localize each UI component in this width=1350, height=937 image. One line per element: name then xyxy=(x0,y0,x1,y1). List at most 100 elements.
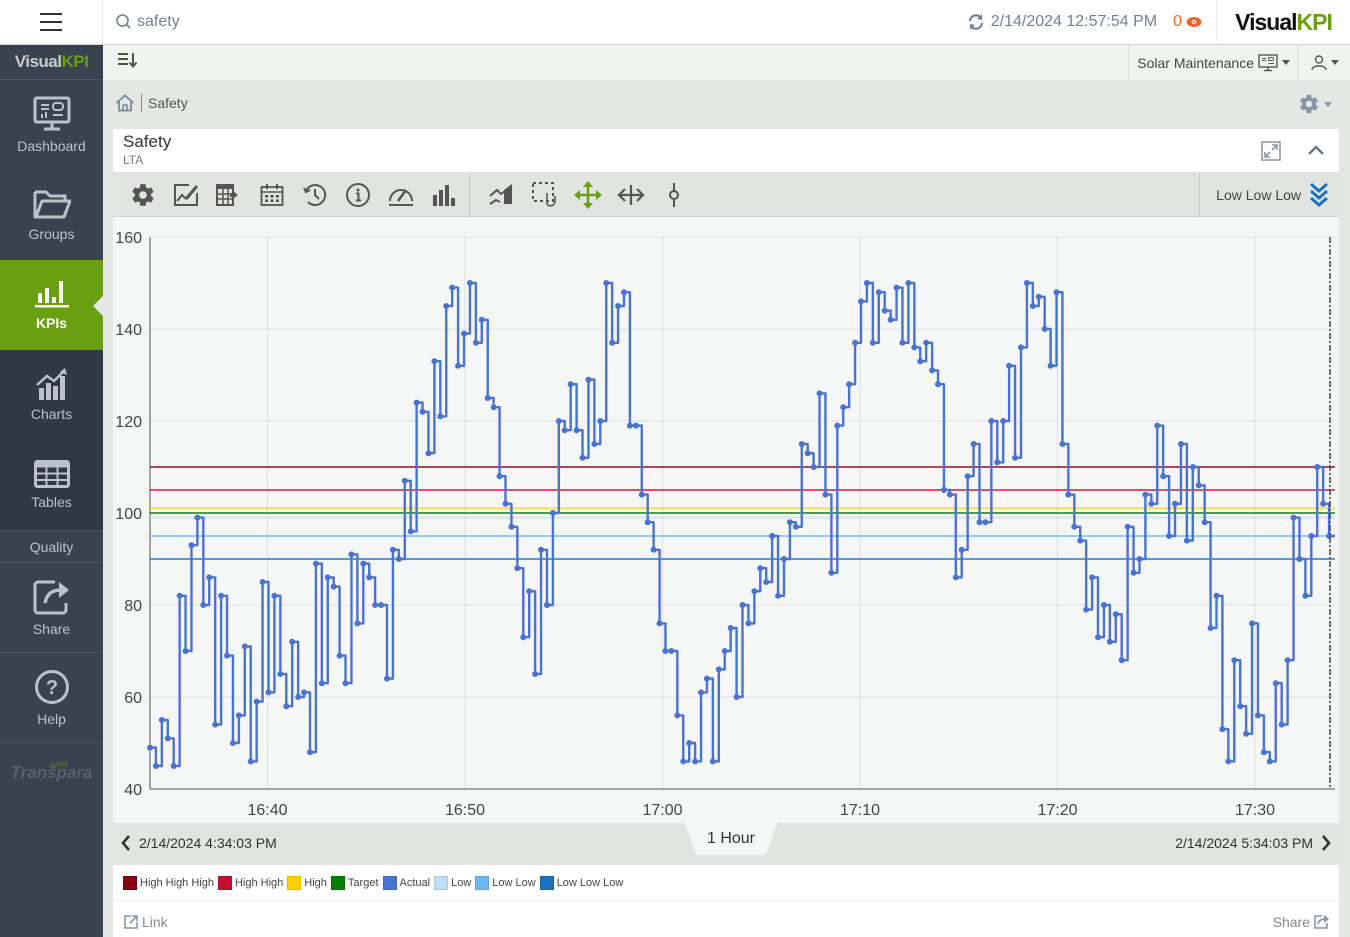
legend-item[interactable]: High xyxy=(287,875,327,890)
data-point[interactable] xyxy=(1083,606,1090,613)
data-point[interactable] xyxy=(810,464,817,470)
data-point[interactable] xyxy=(905,280,912,286)
data-point[interactable] xyxy=(1172,500,1179,507)
data-point[interactable] xyxy=(727,625,734,631)
data-point[interactable] xyxy=(668,648,675,654)
data-point[interactable] xyxy=(786,519,793,526)
data-point[interactable] xyxy=(970,441,977,447)
time-range-selector[interactable]: 1 Hour xyxy=(685,823,777,855)
data-point[interactable] xyxy=(887,316,894,323)
data-point[interactable] xyxy=(1231,657,1238,664)
data-point[interactable] xyxy=(1095,634,1101,641)
data-point[interactable] xyxy=(621,289,627,296)
data-point[interactable] xyxy=(158,717,165,723)
data-point[interactable] xyxy=(840,404,847,411)
data-point[interactable] xyxy=(147,744,153,751)
data-point[interactable] xyxy=(508,523,515,530)
data-point[interactable] xyxy=(1100,602,1107,608)
data-point[interactable] xyxy=(988,418,995,424)
data-point[interactable] xyxy=(1112,611,1119,618)
sidebar-item-quality[interactable]: Quality xyxy=(0,530,103,563)
data-point[interactable] xyxy=(164,735,171,742)
data-point[interactable] xyxy=(1195,482,1202,489)
data-point[interactable] xyxy=(395,556,402,562)
bar-chart-button[interactable] xyxy=(422,173,465,217)
data-point[interactable] xyxy=(674,712,681,719)
data-point[interactable] xyxy=(253,698,260,705)
data-point[interactable] xyxy=(1077,537,1084,544)
data-point[interactable] xyxy=(1189,464,1196,470)
data-point[interactable] xyxy=(419,408,426,415)
data-point[interactable] xyxy=(1006,362,1013,369)
data-point[interactable] xyxy=(1053,289,1060,296)
data-point[interactable] xyxy=(182,648,189,654)
sidebar-item-groups[interactable]: Groups xyxy=(0,170,103,260)
legend-item[interactable]: Low Low Low xyxy=(539,875,623,890)
menu-button[interactable] xyxy=(0,0,103,44)
data-point[interactable] xyxy=(354,620,361,627)
data-point[interactable] xyxy=(780,556,787,562)
data-point[interactable] xyxy=(1213,592,1220,599)
data-point[interactable] xyxy=(461,330,468,337)
data-point[interactable] xyxy=(626,422,633,429)
data-point[interactable] xyxy=(952,574,959,581)
data-point[interactable] xyxy=(775,592,782,599)
data-point[interactable] xyxy=(852,339,859,346)
next-period-button[interactable]: 2/14/2024 5:34:03 PM xyxy=(1175,834,1331,852)
legend-item[interactable]: Low xyxy=(434,875,471,890)
breadcrumb-item[interactable]: Safety xyxy=(148,95,188,111)
data-point[interactable] xyxy=(1059,441,1066,447)
data-point[interactable] xyxy=(946,491,953,498)
data-point[interactable] xyxy=(1284,657,1291,664)
data-point[interactable] xyxy=(330,583,337,590)
export-table-button[interactable] xyxy=(207,173,250,217)
data-point[interactable] xyxy=(923,339,930,346)
data-point[interactable] xyxy=(1166,533,1173,539)
data-point[interactable] xyxy=(229,740,236,746)
data-point[interactable] xyxy=(1183,537,1190,544)
data-point[interactable] xyxy=(1041,326,1048,332)
page-scrollbar[interactable] xyxy=(1339,126,1350,937)
data-point[interactable] xyxy=(1266,758,1273,765)
data-point[interactable] xyxy=(567,381,574,388)
data-point[interactable] xyxy=(1237,703,1244,710)
data-point[interactable] xyxy=(1023,280,1030,286)
data-point[interactable] xyxy=(709,758,716,765)
data-point[interactable] xyxy=(437,413,444,420)
data-point[interactable] xyxy=(1272,680,1279,687)
trend-compare-button[interactable] xyxy=(480,173,523,217)
data-point[interactable] xyxy=(194,514,201,521)
data-point[interactable] xyxy=(1314,464,1321,470)
calendar-button[interactable] xyxy=(250,173,293,217)
data-point[interactable] xyxy=(1326,533,1333,539)
data-point[interactable] xyxy=(1118,657,1125,664)
collapse-button[interactable] xyxy=(1307,143,1325,161)
data-point[interactable] xyxy=(964,473,971,480)
data-point[interactable] xyxy=(170,763,177,769)
data-point[interactable] xyxy=(1243,730,1250,737)
data-point[interactable] xyxy=(846,381,853,388)
data-point[interactable] xyxy=(1012,454,1019,461)
data-point[interactable] xyxy=(318,680,325,687)
data-point[interactable] xyxy=(609,339,616,346)
data-point[interactable] xyxy=(1142,491,1149,498)
data-point[interactable] xyxy=(235,712,242,719)
data-point[interactable] xyxy=(443,303,450,309)
data-point[interactable] xyxy=(834,422,841,429)
data-point[interactable] xyxy=(1000,418,1007,424)
data-point[interactable] xyxy=(455,362,462,369)
data-point[interactable] xyxy=(561,427,568,434)
data-point[interactable] xyxy=(935,381,942,388)
horizontal-pan-button[interactable] xyxy=(609,173,652,217)
threshold-filter-button[interactable]: Low Low Low xyxy=(1199,172,1339,217)
data-point[interactable] xyxy=(715,666,722,673)
data-point[interactable] xyxy=(769,533,776,539)
data-point[interactable] xyxy=(662,648,669,654)
legend-item[interactable]: Target xyxy=(330,875,379,890)
data-point[interactable] xyxy=(1302,592,1309,599)
data-point[interactable] xyxy=(1296,556,1303,562)
data-point[interactable] xyxy=(295,694,302,700)
data-point[interactable] xyxy=(739,602,746,608)
search-input[interactable] xyxy=(137,13,437,31)
data-point[interactable] xyxy=(1106,638,1113,645)
